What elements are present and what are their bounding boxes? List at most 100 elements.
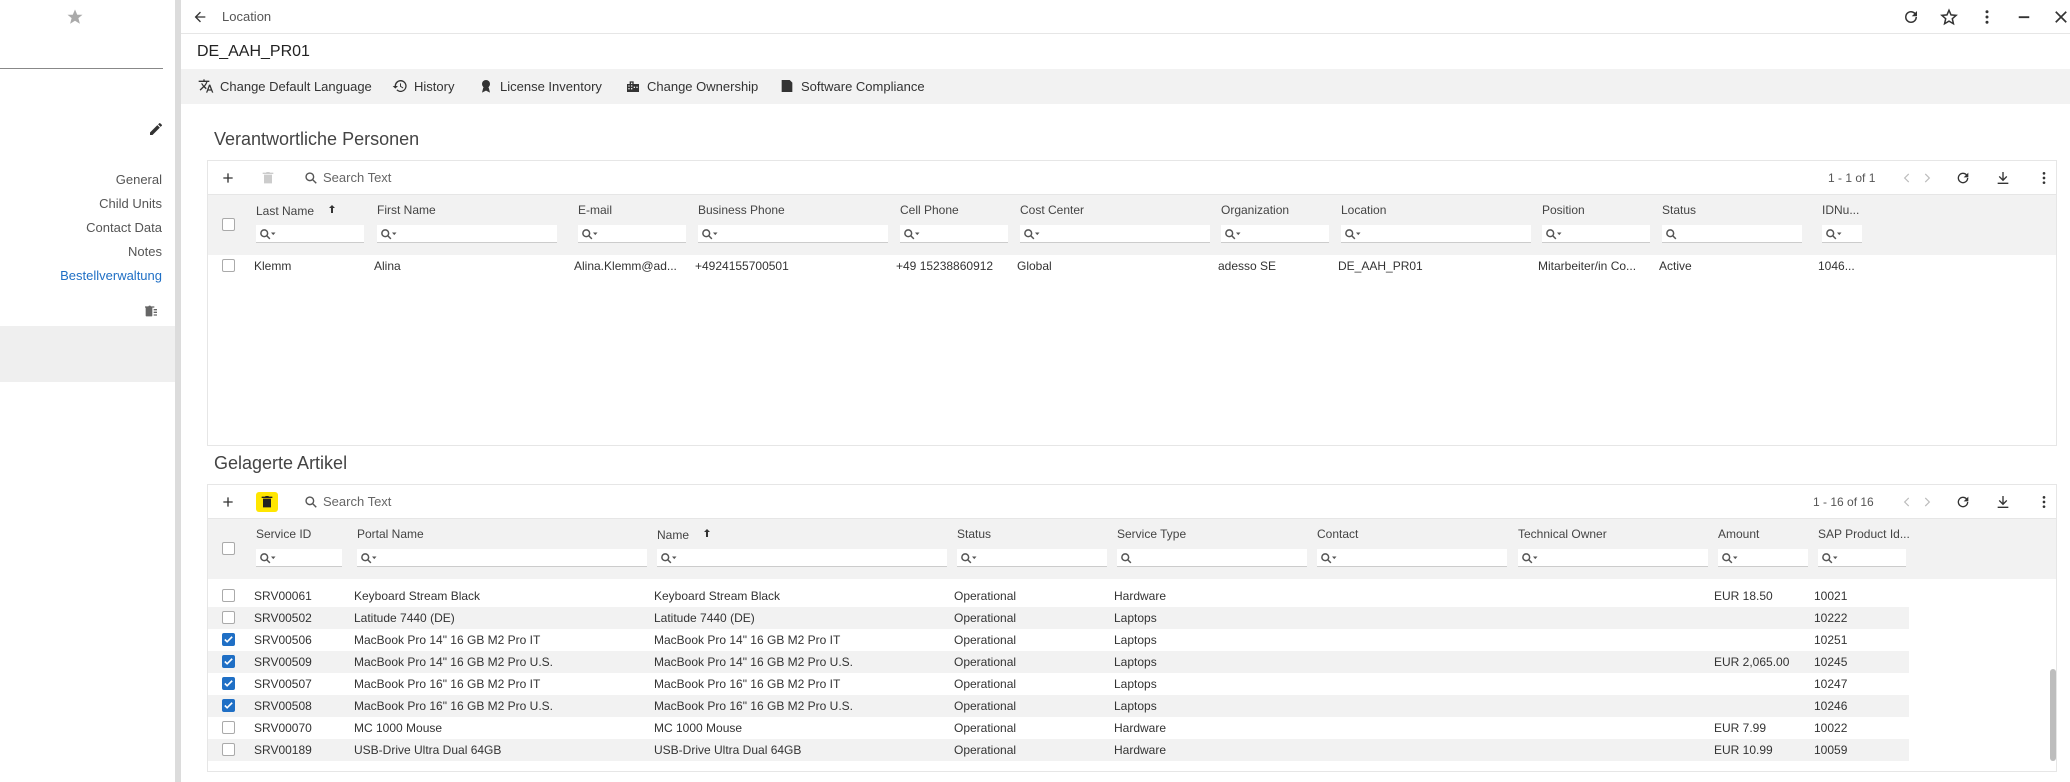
column-header[interactable]: Location bbox=[1341, 203, 1386, 217]
column-filter-input[interactable] bbox=[1818, 549, 1906, 567]
delete-button[interactable] bbox=[256, 492, 278, 512]
delete-list-icon[interactable] bbox=[143, 303, 159, 319]
select-all-checkbox[interactable] bbox=[222, 542, 235, 555]
column-filter-input[interactable] bbox=[657, 549, 947, 567]
column-filter-input[interactable] bbox=[377, 225, 557, 243]
column-header[interactable]: Service Type bbox=[1117, 527, 1186, 541]
edit-icon[interactable] bbox=[148, 121, 164, 137]
chevron-left-icon[interactable] bbox=[1900, 171, 1914, 185]
column-header[interactable]: Technical Owner bbox=[1518, 527, 1607, 541]
column-filter-input[interactable] bbox=[578, 225, 686, 243]
column-filter-input[interactable] bbox=[357, 549, 647, 567]
favorite-star-icon[interactable] bbox=[1940, 8, 1958, 26]
more-vert-icon[interactable] bbox=[2036, 170, 2052, 186]
column-header[interactable]: E-mail bbox=[578, 203, 612, 217]
license-inventory-button[interactable]: License Inventory bbox=[478, 78, 602, 94]
column-filter-input[interactable] bbox=[1341, 225, 1531, 243]
row-checkbox[interactable] bbox=[222, 259, 235, 272]
column-header[interactable]: Name bbox=[657, 527, 713, 542]
software-compliance-button[interactable]: Software Compliance bbox=[779, 78, 925, 94]
column-header[interactable]: Amount bbox=[1718, 527, 1759, 541]
table-row[interactable]: SRV00189 USB-Drive Ultra Dual 64GB USB-Dri… bbox=[208, 739, 1909, 761]
more-vert-icon[interactable] bbox=[1978, 8, 1996, 26]
scrollbar-thumb[interactable] bbox=[2050, 669, 2056, 761]
sidebar-item-bestellverwaltung[interactable]: Bestellverwaltung bbox=[2, 268, 162, 283]
sidebar-item-child-units[interactable]: Child Units bbox=[2, 196, 162, 211]
sort-asc-icon[interactable] bbox=[326, 203, 338, 215]
column-header[interactable]: Status bbox=[957, 527, 991, 541]
column-filter-input[interactable] bbox=[1718, 549, 1808, 567]
download-icon[interactable] bbox=[1995, 494, 2011, 510]
history-button[interactable]: History bbox=[392, 78, 454, 94]
add-icon[interactable] bbox=[220, 494, 236, 510]
change-default-language-button[interactable]: Change Default Language bbox=[198, 78, 372, 94]
select-all-checkbox[interactable] bbox=[222, 218, 235, 231]
sort-asc-icon[interactable] bbox=[701, 527, 713, 539]
column-filter-input[interactable] bbox=[1221, 225, 1329, 243]
table-row[interactable]: SRV00508 MacBook Pro 16" 16 GB M2 Pro U.S… bbox=[208, 695, 1909, 717]
download-icon[interactable] bbox=[1995, 170, 2011, 186]
table-cell: MacBook Pro 14" 16 GB M2 Pro IT bbox=[654, 633, 841, 647]
column-filter-input[interactable] bbox=[1662, 225, 1802, 243]
column-filter-input[interactable] bbox=[1518, 549, 1708, 567]
search-input[interactable]: Search Text bbox=[323, 170, 391, 185]
sidebar-item-notes[interactable]: Notes bbox=[2, 244, 162, 259]
column-header[interactable]: IDNu... bbox=[1822, 203, 1859, 217]
chevron-right-icon[interactable] bbox=[1920, 171, 1934, 185]
add-icon[interactable] bbox=[220, 170, 236, 186]
table-row[interactable]: SRV00507 MacBook Pro 16" 16 GB M2 Pro IT M… bbox=[208, 673, 1909, 695]
column-filter-input[interactable] bbox=[1117, 549, 1307, 567]
close-icon[interactable] bbox=[2052, 8, 2070, 26]
column-header[interactable]: Business Phone bbox=[698, 203, 785, 217]
change-ownership-button[interactable]: Change Ownership bbox=[625, 78, 758, 94]
row-checkbox[interactable] bbox=[222, 611, 235, 624]
column-header[interactable]: Cell Phone bbox=[900, 203, 959, 217]
minimize-icon[interactable] bbox=[2015, 8, 2033, 26]
column-filter-input[interactable] bbox=[1542, 225, 1650, 243]
row-checkbox[interactable] bbox=[222, 655, 235, 668]
sidebar-item-general[interactable]: General bbox=[2, 172, 162, 187]
column-header[interactable]: Status bbox=[1662, 203, 1696, 217]
column-filter-input[interactable] bbox=[256, 225, 364, 243]
table-row[interactable]: SRV00502 Latitude 7440 (DE) Latitude 7440 … bbox=[208, 607, 1909, 629]
column-filter-input[interactable] bbox=[1822, 225, 1862, 243]
column-header[interactable]: Position bbox=[1542, 203, 1585, 217]
column-header[interactable]: Last Name bbox=[256, 203, 338, 218]
table-row[interactable]: SRV00061 Keyboard Stream Black Keyboard St… bbox=[208, 585, 1909, 607]
column-filter-input[interactable] bbox=[900, 225, 1008, 243]
refresh-icon[interactable] bbox=[1955, 170, 1971, 186]
column-filter-input[interactable] bbox=[256, 549, 342, 567]
column-header[interactable]: SAP Product Id... bbox=[1818, 527, 1910, 541]
star-icon[interactable] bbox=[66, 8, 84, 26]
chevron-right-icon[interactable] bbox=[1920, 495, 1934, 509]
row-checkbox[interactable] bbox=[222, 743, 235, 756]
row-checkbox[interactable] bbox=[222, 677, 235, 690]
pane-divider[interactable] bbox=[175, 0, 181, 782]
nav-input-underline[interactable] bbox=[0, 68, 163, 69]
column-filter-input[interactable] bbox=[957, 549, 1107, 567]
column-header[interactable]: Contact bbox=[1317, 527, 1358, 541]
refresh-icon[interactable] bbox=[1955, 494, 1971, 510]
column-header[interactable]: Portal Name bbox=[357, 527, 424, 541]
row-checkbox[interactable] bbox=[222, 589, 235, 602]
column-filter-input[interactable] bbox=[1020, 225, 1210, 243]
more-vert-icon[interactable] bbox=[2036, 494, 2052, 510]
chevron-left-icon[interactable] bbox=[1900, 495, 1914, 509]
row-checkbox[interactable] bbox=[222, 721, 235, 734]
sidebar-item-contact-data[interactable]: Contact Data bbox=[2, 220, 162, 235]
table-row[interactable]: SRV00070 MC 1000 Mouse MC 1000 Mouse Operat… bbox=[208, 717, 1909, 739]
table-row[interactable]: SRV00509 MacBook Pro 14" 16 GB M2 Pro U.S… bbox=[208, 651, 1909, 673]
column-filter-input[interactable] bbox=[698, 225, 888, 243]
row-checkbox[interactable] bbox=[222, 633, 235, 646]
column-header[interactable]: First Name bbox=[377, 203, 436, 217]
back-arrow-icon[interactable] bbox=[192, 9, 208, 25]
table-row[interactable]: SRV00506 MacBook Pro 14" 16 GB M2 Pro IT M… bbox=[208, 629, 1909, 651]
column-header[interactable]: Cost Center bbox=[1020, 203, 1084, 217]
search-input[interactable]: Search Text bbox=[323, 494, 391, 509]
column-header[interactable]: Organization bbox=[1221, 203, 1289, 217]
refresh-icon[interactable] bbox=[1902, 8, 1920, 26]
row-checkbox[interactable] bbox=[222, 699, 235, 712]
column-filter-input[interactable] bbox=[1317, 549, 1507, 567]
column-header[interactable]: Service ID bbox=[256, 527, 311, 541]
table-row[interactable]: Klemm Alina Alina.Klemm@ad... +492415570050… bbox=[208, 255, 2056, 277]
